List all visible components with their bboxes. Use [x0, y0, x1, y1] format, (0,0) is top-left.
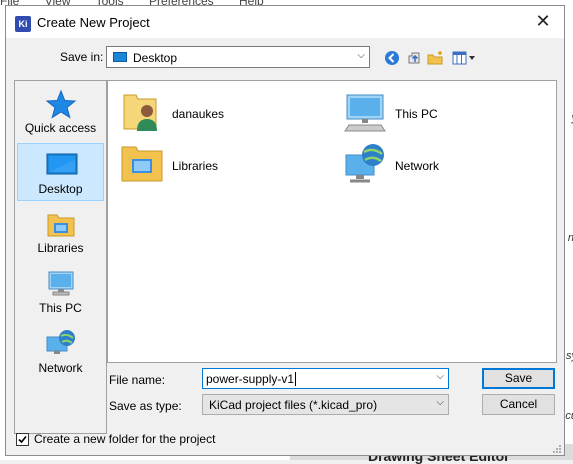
list-item-label: This PC — [395, 107, 438, 121]
chevron-down-icon: ⌵ — [357, 50, 365, 61]
place-libraries[interactable]: Libraries — [17, 203, 104, 261]
list-item[interactable]: danaukes — [120, 89, 320, 139]
computer-icon — [45, 269, 77, 299]
new-folder-icon[interactable] — [426, 48, 446, 68]
up-folder-icon[interactable] — [404, 48, 424, 68]
save-button[interactable]: Save — [482, 368, 555, 389]
save-in-value: Desktop — [133, 51, 177, 65]
file-name-field[interactable]: power-supply-v1 ⌵ — [202, 368, 449, 389]
save-in-dropdown[interactable]: Desktop ⌵ — [106, 46, 370, 68]
view-menu-icon[interactable] — [451, 48, 477, 68]
list-item-label: Libraries — [172, 159, 218, 173]
place-network[interactable]: Network — [17, 323, 104, 381]
save-as-type-label: Save as type: — [109, 399, 182, 413]
place-label: Quick access — [17, 121, 104, 135]
place-label: Desktop — [18, 182, 103, 196]
list-item[interactable]: Network — [343, 141, 543, 191]
desktop-icon — [113, 52, 127, 62]
computer-icon — [343, 89, 387, 133]
file-name-value: power-supply-v1 — [206, 372, 294, 386]
place-label: Libraries — [17, 241, 104, 255]
text-caret — [295, 372, 296, 386]
star-icon — [45, 89, 77, 119]
resize-grip-icon[interactable] — [552, 443, 562, 453]
user-folder-icon — [120, 89, 164, 133]
list-item[interactable]: This PC — [343, 89, 543, 139]
libraries-icon — [45, 209, 77, 239]
desktop-icon — [46, 150, 78, 180]
dialog-title: Create New Project — [37, 15, 150, 30]
chevron-down-icon[interactable]: ⌵ — [436, 371, 444, 382]
dialog-titlebar[interactable]: Ki Create New Project ✕ — [6, 6, 564, 38]
place-this-pc[interactable]: This PC — [17, 263, 104, 321]
file-list[interactable]: danaukes This PC Libraries Network — [107, 80, 557, 363]
cancel-button[interactable]: Cancel — [482, 394, 555, 415]
list-item-label: Network — [395, 159, 439, 173]
background-text-fragment: nt — [568, 232, 573, 244]
kicad-app-icon: Ki — [15, 16, 31, 32]
list-item[interactable]: Libraries — [120, 141, 320, 191]
close-icon[interactable]: ✕ — [532, 10, 554, 32]
network-icon — [343, 141, 387, 185]
background-text-fragment: cu — [565, 410, 573, 422]
save-in-label: Save in: — [60, 50, 103, 64]
list-item-label: danaukes — [172, 107, 224, 121]
save-as-type-dropdown[interactable]: KiCad project files (*.kicad_pro) ⌵ — [202, 394, 449, 415]
create-new-project-dialog: Ki Create New Project ✕ Save in: Desktop… — [5, 5, 565, 456]
save-as-type-value: KiCad project files (*.kicad_pro) — [209, 398, 377, 412]
create-folder-checkbox[interactable] — [16, 433, 29, 446]
back-icon[interactable] — [382, 48, 402, 68]
background-text-fragment: sy — [566, 350, 573, 362]
place-label: Network — [17, 361, 104, 375]
checkmark-icon — [17, 434, 28, 445]
file-name-label: File name: — [109, 373, 165, 387]
create-folder-label[interactable]: Create a new folder for the project — [34, 432, 215, 446]
place-desktop[interactable]: Desktop — [17, 143, 104, 201]
libraries-icon — [120, 141, 164, 185]
place-label: This PC — [17, 301, 104, 315]
place-quick-access[interactable]: Quick access — [17, 83, 104, 141]
places-bar: Quick access Desktop Libraries This PC N… — [14, 80, 107, 434]
chevron-down-icon: ⌵ — [436, 397, 444, 408]
network-icon — [45, 329, 77, 359]
